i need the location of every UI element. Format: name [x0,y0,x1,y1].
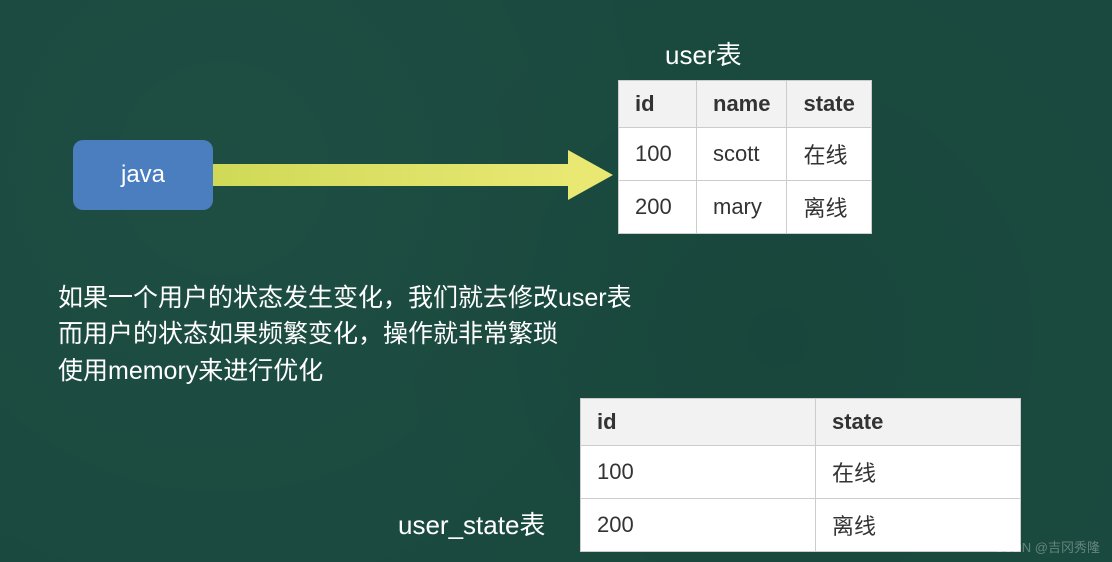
col-header-state: state [787,81,871,128]
user-state-table-title: user_state表 [398,505,545,542]
cell-state: 在线 [787,128,871,181]
table-header-row: id state [581,399,1021,446]
cell-state: 在线 [816,446,1021,499]
desc-line-2: 而用户的状态如果频繁变化，操作就非常繁琐 [58,316,632,352]
cell-state: 离线 [787,181,871,234]
watermark-text: CSDN @吉冈秀隆 [994,537,1100,556]
cell-id: 100 [619,128,697,181]
user-table: id name state 100 scott 在线 200 mary 离线 [618,80,872,234]
table-row: 200 mary 离线 [619,181,872,234]
col-header-name: name [697,81,787,128]
cell-state: 离线 [816,499,1021,552]
desc-line-3: 使用memory来进行优化 [58,353,632,389]
table-row: 100 在线 [581,446,1021,499]
desc-line-1: 如果一个用户的状态发生变化，我们就去修改user表 [58,280,632,316]
user-state-table: id state 100 在线 200 离线 [580,398,1021,552]
cell-name: scott [697,128,787,181]
user-table-title: user表 [665,35,742,72]
cell-id: 200 [619,181,697,234]
description-text: 如果一个用户的状态发生变化，我们就去修改user表 而用户的状态如果频繁变化，操… [58,280,632,389]
table-row: 100 scott 在线 [619,128,872,181]
cell-id: 100 [581,446,816,499]
java-node: java [73,140,213,210]
table-row: 200 离线 [581,499,1021,552]
arrow-icon [213,155,613,195]
cell-name: mary [697,181,787,234]
col-header-id: id [619,81,697,128]
java-node-label: java [121,161,165,189]
col-header-id: id [581,399,816,446]
col-header-state: state [816,399,1021,446]
table-header-row: id name state [619,81,872,128]
cell-id: 200 [581,499,816,552]
